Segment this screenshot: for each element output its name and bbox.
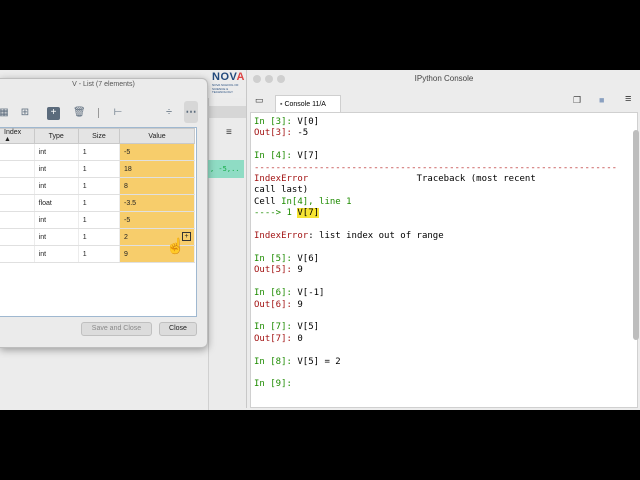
table-row[interactable]: int 1 -5 — [0, 143, 195, 161]
highlighted-code-snippet: , -5,.. — [208, 160, 244, 178]
insert-row-icon[interactable]: ⊞ — [19, 107, 31, 119]
more-icon[interactable]: ⋯ — [185, 106, 197, 118]
column-header-type[interactable]: Type — [33, 128, 79, 144]
window-title: IPython Console — [414, 74, 474, 83]
delete-icon[interactable]: 🗑 — [73, 107, 86, 119]
tab-console[interactable]: ▪ Console 11/A — [275, 95, 341, 113]
nova-logo: NOVA NOVA SCHOOL OF SCIENCE & TECHNOLOGY — [212, 71, 245, 94]
table-row[interactable]: int 1 18 — [0, 160, 195, 178]
resize-columns-icon[interactable]: ÷ — [163, 106, 175, 118]
toolbar-divider — [98, 108, 99, 118]
close-window-icon[interactable] — [253, 75, 261, 83]
minimize-window-icon[interactable] — [265, 75, 273, 83]
panel-header-strip — [208, 106, 246, 118]
dialog-title: V - List (7 elements) — [72, 81, 135, 88]
value-cell[interactable]: 18 — [119, 160, 195, 178]
new-console-icon[interactable]: ▭ — [255, 95, 264, 106]
editor-panel-strip — [208, 98, 247, 410]
save-and-close-button[interactable]: Save and Close — [81, 322, 152, 336]
column-header-value[interactable]: Value — [119, 128, 195, 144]
column-header-index[interactable]: Index ▲ — [0, 128, 35, 144]
console-output[interactable]: In [3]: V[0] Out[3]: -5 In [4]: V[7] ---… — [250, 112, 638, 408]
console-scrollbar[interactable] — [633, 130, 639, 340]
panel-menu-icon[interactable]: ≡ — [226, 127, 232, 138]
variable-table: Index ▲ Type Size Value int 1 -5 int 1 18 in… — [0, 127, 197, 317]
add-icon[interactable]: + — [47, 107, 60, 120]
stop-icon[interactable]: ■ — [599, 95, 604, 105]
table-row[interactable]: int 1 8 — [0, 177, 195, 195]
close-button[interactable]: Close — [159, 322, 197, 336]
terminal-icon: ▪ — [280, 101, 283, 108]
tree-icon[interactable]: ⊢ — [112, 107, 124, 119]
value-cell[interactable]: 8 — [119, 177, 195, 195]
table-icon[interactable]: ▦ — [0, 107, 10, 119]
column-header-size[interactable]: Size — [77, 128, 121, 144]
maximize-window-icon[interactable] — [277, 75, 285, 83]
ipython-console-window: IPython Console ▭ ▪ Console 11/A ❐ ■ ≡ I… — [246, 70, 640, 408]
value-cell[interactable]: -5 — [119, 143, 195, 161]
hand-cursor-icon: ☝ — [166, 238, 185, 255]
table-row[interactable]: int 1 -5 — [0, 211, 195, 229]
copy-icon[interactable]: ❐ — [573, 95, 581, 106]
table-row[interactable]: float 1 -3.5 — [0, 194, 195, 212]
options-menu-icon[interactable]: ≡ — [625, 93, 631, 105]
value-cell[interactable]: -3.5 — [119, 194, 195, 212]
value-cell[interactable]: -5 — [119, 211, 195, 229]
